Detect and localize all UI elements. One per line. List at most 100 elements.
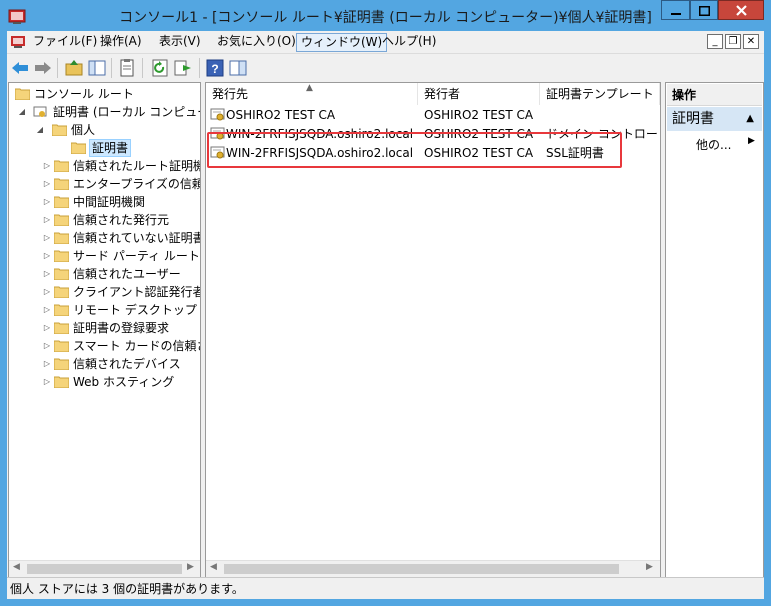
expand-icon[interactable]: ▷ xyxy=(42,283,52,301)
svg-text:?: ? xyxy=(211,62,218,76)
tree-label: サード パーティ ルート証明機関 xyxy=(73,249,200,263)
collapse-up-icon[interactable]: ▲ xyxy=(746,107,754,131)
forward-arrow-icon[interactable] xyxy=(32,57,54,79)
maximize-button[interactable] xyxy=(690,0,718,20)
menu-bar: ファイル(F) 操作(A) 表示(V) お気に入り(O) ウィンドウ(W) ヘル… xyxy=(7,31,764,53)
mdi-close-button[interactable]: ✕ xyxy=(743,34,759,49)
export-list-icon[interactable] xyxy=(172,57,194,79)
show-tree-icon[interactable] xyxy=(86,57,108,79)
menu-help[interactable]: ヘルプ(H) xyxy=(378,33,440,52)
list-horizontal-scrollbar[interactable]: ◀ ▶ xyxy=(206,560,660,577)
properties-icon[interactable] xyxy=(116,57,138,79)
actions-more-item[interactable]: 他の... ▶ xyxy=(696,136,755,153)
expand-icon[interactable]: ▷ xyxy=(42,193,52,211)
console-menu-icon[interactable] xyxy=(10,34,26,50)
window-title: コンソール1 - [コンソール ルート¥証明書 (ローカル コンピューター)¥個… xyxy=(119,10,652,26)
folder-icon xyxy=(54,268,69,280)
actions-section-label: 証明書 xyxy=(672,111,714,127)
help-icon[interactable]: ? xyxy=(204,57,226,79)
certificate-icon xyxy=(210,108,225,121)
collapse-icon[interactable]: ◢ xyxy=(35,121,45,139)
status-bar: 個人 ストアには 3 個の証明書があります。 xyxy=(7,577,764,599)
refresh-icon[interactable] xyxy=(149,57,171,79)
folder-icon xyxy=(54,322,69,334)
scroll-right-icon[interactable]: ▶ xyxy=(187,562,194,572)
tree-label: 信頼された発行元 xyxy=(73,213,170,227)
folder-icon xyxy=(71,142,86,154)
expand-icon[interactable]: ▷ xyxy=(42,157,52,175)
column-header-template[interactable]: 証明書テンプレート xyxy=(540,83,660,105)
close-icon xyxy=(736,5,747,16)
menu-favorites[interactable]: お気に入り(O) xyxy=(213,33,300,52)
expand-icon[interactable]: ▷ xyxy=(42,373,52,391)
tree-label: リモート デスクトップ xyxy=(73,303,197,317)
actions-header: 操作 xyxy=(667,84,762,106)
menu-view[interactable]: 表示(V) xyxy=(155,33,205,52)
menu-action[interactable]: 操作(A) xyxy=(96,33,146,52)
scroll-thumb[interactable] xyxy=(224,564,619,574)
mdi-minimize-button[interactable]: _ xyxy=(707,34,723,49)
tree-pane: コンソール ルート ◢ 証明書 (ローカル コンピューター) ◢ 個人 証明書 … xyxy=(8,82,201,578)
sort-ascending-icon: ▲ xyxy=(306,83,313,93)
column-header-label: 発行先 xyxy=(212,87,249,101)
folder-icon xyxy=(54,304,69,316)
expand-icon[interactable]: ▷ xyxy=(42,337,52,355)
show-action-pane-icon[interactable] xyxy=(227,57,249,79)
tree-label: 個人 xyxy=(71,123,96,137)
expand-icon[interactable]: ▷ xyxy=(42,301,52,319)
toolbar: ? xyxy=(7,53,764,81)
mdi-restore-button[interactable]: ❐ xyxy=(725,34,741,49)
expand-icon[interactable]: ▷ xyxy=(42,247,52,265)
column-header-issued-by[interactable]: 発行者 xyxy=(418,83,540,105)
scroll-left-icon[interactable]: ◀ xyxy=(210,562,217,572)
actions-pane: 操作 証明書 ▲ 他の... ▶ xyxy=(665,82,764,599)
menu-file[interactable]: ファイル(F) xyxy=(29,33,101,52)
folder-icon xyxy=(54,340,69,352)
tree-label: 証明書 (ローカル コンピューター) xyxy=(53,105,200,119)
minimize-button[interactable] xyxy=(661,0,690,20)
tree-label: 信頼されていない証明書 xyxy=(73,231,201,245)
folder-icon xyxy=(54,286,69,298)
certificate-store-icon xyxy=(33,106,47,117)
scroll-left-icon[interactable]: ◀ xyxy=(13,562,20,572)
folder-icon xyxy=(54,196,69,208)
expand-icon[interactable]: ▷ xyxy=(42,175,52,193)
cell-issued-by: OSHIRO2 TEST CA xyxy=(424,108,534,122)
folder-icon xyxy=(15,88,30,100)
tree-label: 信頼されたデバイス xyxy=(73,357,181,371)
tree-label: 証明書 xyxy=(89,139,132,157)
scroll-thumb[interactable] xyxy=(27,564,182,574)
actions-section-certificates[interactable]: 証明書 ▲ xyxy=(667,107,762,131)
collapse-icon[interactable]: ◢ xyxy=(17,103,27,121)
expand-icon[interactable]: ▷ xyxy=(42,229,52,247)
submenu-arrow-icon: ▶ xyxy=(748,136,755,146)
tree-label: スマート カードの信頼されたルート xyxy=(73,339,200,353)
expand-icon[interactable]: ▷ xyxy=(42,265,52,283)
folder-icon xyxy=(54,232,69,244)
tree-horizontal-scrollbar[interactable]: ◀ ▶ xyxy=(9,560,200,577)
highlight-box xyxy=(207,132,622,168)
tree-label: 証明書の登録要求 xyxy=(73,321,170,335)
folder-icon xyxy=(54,358,69,370)
table-row[interactable]: OSHIRO2 TEST CA OSHIRO2 TEST CA xyxy=(206,105,646,125)
folder-icon xyxy=(54,178,69,190)
tree-label: 信頼されたユーザー xyxy=(73,267,181,281)
tree-label: クライアント認証発行者 xyxy=(73,285,201,299)
scroll-right-icon[interactable]: ▶ xyxy=(646,562,653,572)
tree-label: コンソール ルート xyxy=(34,87,134,101)
back-arrow-icon[interactable] xyxy=(9,57,31,79)
expand-icon[interactable]: ▷ xyxy=(42,319,52,337)
menu-window[interactable]: ウィンドウ(W) xyxy=(296,33,388,52)
folder-icon xyxy=(54,376,69,388)
title-bar[interactable]: コンソール1 - [コンソール ルート¥証明書 (ローカル コンピューター)¥個… xyxy=(0,0,771,32)
expand-icon[interactable]: ▷ xyxy=(42,355,52,373)
status-text: 個人 ストアには 3 個の証明書があります。 xyxy=(10,582,244,596)
expand-icon[interactable]: ▷ xyxy=(42,211,52,229)
close-button[interactable] xyxy=(718,0,764,20)
column-header-issued-to[interactable]: 発行先 ▲ xyxy=(206,83,418,105)
tree-label: 中間証明機関 xyxy=(73,195,146,209)
up-folder-icon[interactable] xyxy=(63,57,85,79)
tree-item-certificates-local[interactable]: ◢ 証明書 (ローカル コンピューター) xyxy=(9,103,200,121)
tree-label: Web ホスティング xyxy=(73,375,175,389)
tree-label: 信頼されたルート証明機関 xyxy=(73,159,200,173)
